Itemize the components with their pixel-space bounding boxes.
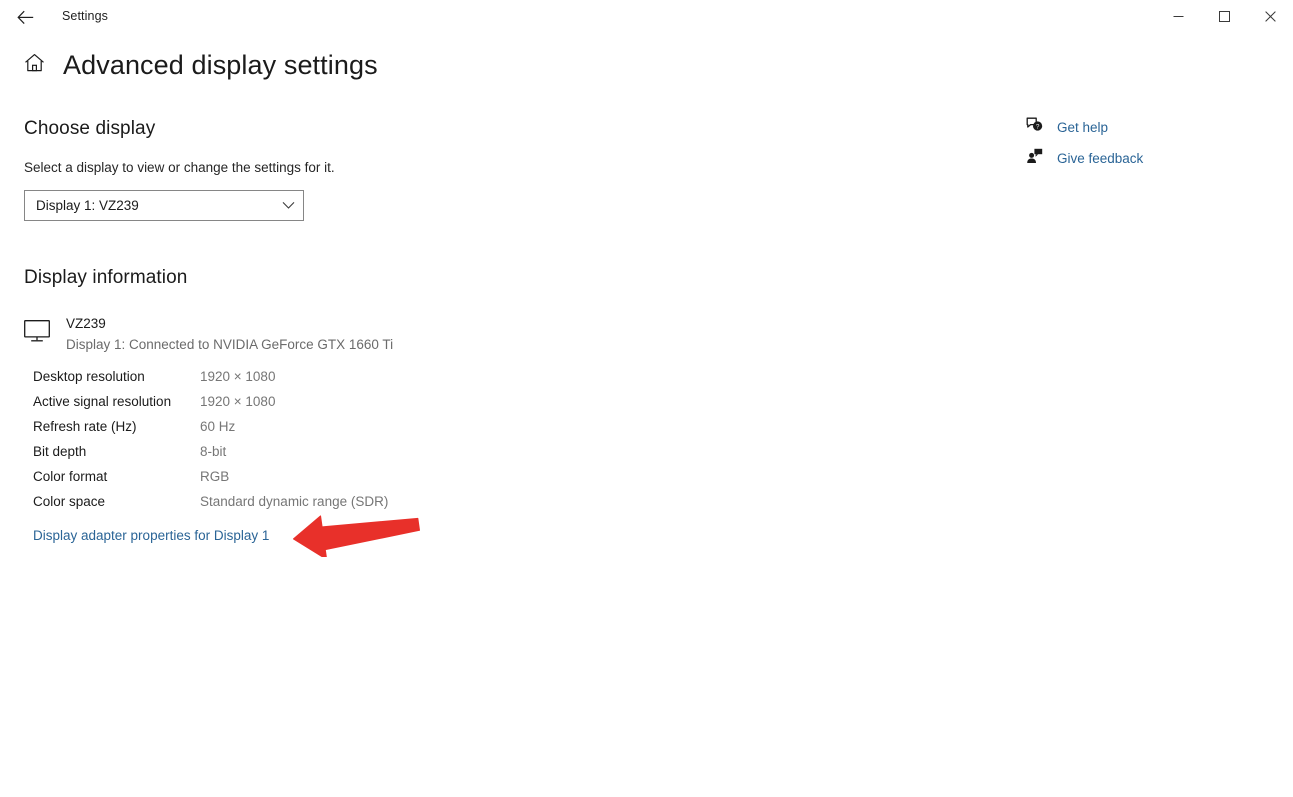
page-title: Advanced display settings [63, 50, 378, 80]
display-spec-table: Desktop resolution 1920 × 1080 Active si… [24, 369, 724, 519]
window-controls [1155, 0, 1293, 32]
get-help-link[interactable]: ? Get help [1026, 112, 1266, 143]
chevron-down-icon [282, 197, 295, 215]
table-row: Desktop resolution 1920 × 1080 [24, 369, 724, 394]
spec-label: Desktop resolution [33, 369, 145, 385]
choose-display-description: Select a display to view or change the s… [24, 160, 335, 175]
spec-value: 1920 × 1080 [200, 369, 276, 385]
svg-text:?: ? [1036, 124, 1040, 131]
give-feedback-label: Give feedback [1057, 151, 1144, 166]
table-row: Color format RGB [24, 469, 724, 494]
help-bubble-icon: ? [1026, 117, 1043, 138]
spec-value: 1920 × 1080 [200, 394, 276, 410]
display-select-value: Display 1: VZ239 [36, 198, 139, 213]
table-row: Color space Standard dynamic range (SDR) [24, 494, 724, 519]
monitor-name: VZ239 [66, 316, 106, 331]
table-row: Active signal resolution 1920 × 1080 [24, 394, 724, 419]
close-button[interactable] [1247, 0, 1293, 32]
monitor-summary: VZ239 Display 1: Connected to NVIDIA GeF… [24, 316, 724, 353]
minimize-button[interactable] [1155, 0, 1201, 32]
home-icon[interactable] [24, 53, 45, 78]
table-row: Refresh rate (Hz) 60 Hz [24, 419, 724, 444]
table-row: Bit depth 8-bit [24, 444, 724, 469]
back-button[interactable] [12, 4, 38, 30]
maximize-button[interactable] [1201, 0, 1247, 32]
spec-value: 8-bit [200, 444, 227, 460]
get-help-label: Get help [1057, 120, 1109, 135]
monitor-icon [24, 320, 50, 347]
spec-label: Active signal resolution [33, 394, 172, 410]
spec-label: Color space [33, 494, 106, 510]
app-title: Settings [62, 9, 108, 23]
display-select-dropdown[interactable]: Display 1: VZ239 [24, 190, 304, 221]
spec-label: Refresh rate (Hz) [33, 419, 137, 435]
spec-label: Bit depth [33, 444, 87, 460]
display-information-heading: Display information [24, 267, 188, 288]
feedback-person-icon [1026, 148, 1043, 169]
monitor-connection: Display 1: Connected to NVIDIA GeForce G… [66, 337, 394, 353]
spec-value: 60 Hz [200, 419, 236, 435]
choose-display-heading: Choose display [24, 118, 156, 139]
display-adapter-properties-link[interactable]: Display adapter properties for Display 1 [33, 528, 269, 543]
spec-value: Standard dynamic range (SDR) [200, 494, 389, 510]
page-header: Advanced display settings [24, 52, 378, 79]
spec-label: Color format [33, 469, 108, 485]
main-content: Choose display Select a display to view … [24, 118, 724, 545]
help-links-panel: ? Get help Give feedback [1026, 112, 1266, 174]
spec-value: RGB [200, 469, 230, 485]
give-feedback-link[interactable]: Give feedback [1026, 143, 1266, 174]
title-bar: Settings [0, 0, 1293, 34]
